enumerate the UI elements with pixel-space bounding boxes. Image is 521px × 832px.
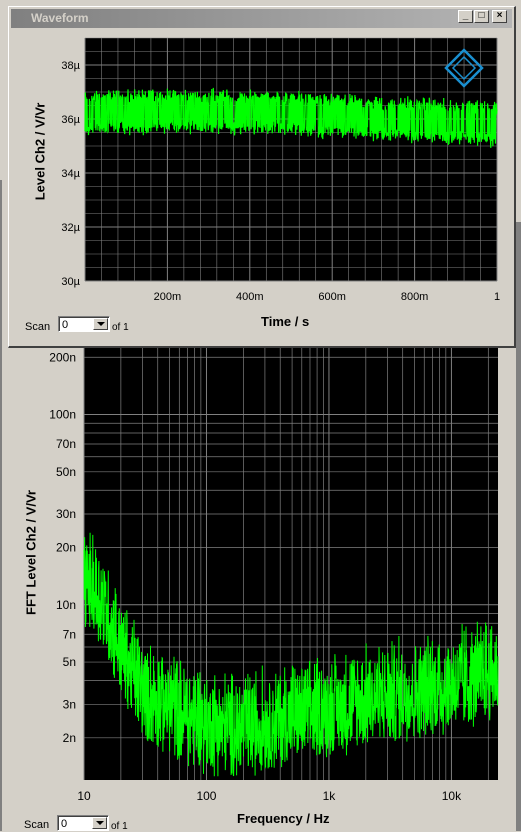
waveform-chart: 38µ 36µ 34µ 32µ 30µ 200m 400m 600m 800m 1 xyxy=(61,37,500,303)
waveform-x-tick-labels: 200m 400m 600m 800m 1 xyxy=(154,291,500,303)
x-tick-label: 200m xyxy=(154,291,182,303)
fft-y-tick-labels: 300n200n100n70n50n30n20n10n7n5n3n2n xyxy=(49,317,76,745)
scan-of-label: of 1 xyxy=(111,821,128,832)
fft-x-tick-labels: 10 100 1k 10k xyxy=(77,789,462,803)
waveform-y-tick-labels: 38µ 36µ 34µ 32µ 30µ xyxy=(61,60,80,288)
y-tick-label: 3n xyxy=(63,697,76,711)
scan-of-label: of 1 xyxy=(112,322,129,333)
y-tick-label: 30µ xyxy=(61,276,80,288)
x-tick-label: 1k xyxy=(323,789,337,803)
scan-select[interactable]: 0 xyxy=(58,316,110,332)
y-tick-label: 34µ xyxy=(61,168,80,180)
y-tick-label: 36µ xyxy=(61,114,80,126)
y-tick-label: 30n xyxy=(56,507,76,521)
x-tick-label: 600m xyxy=(318,291,346,303)
x-tick-label: 800m xyxy=(401,291,429,303)
y-tick-label: 100n xyxy=(49,408,76,422)
y-tick-label: 32µ xyxy=(61,222,80,234)
x-tick-label: 100 xyxy=(196,789,216,803)
fft-y-axis-label: FFT Level Ch2 / V/Vr xyxy=(23,490,39,615)
y-tick-label: 2n xyxy=(63,731,76,745)
x-tick-label: 400m xyxy=(236,291,264,303)
fft-x-axis-label: Frequency / Hz xyxy=(237,811,330,826)
scan-select[interactable]: 0 xyxy=(57,815,109,831)
waveform-x-axis-label: Time / s xyxy=(261,314,310,329)
scan-label: Scan xyxy=(25,321,51,333)
y-tick-label: 10n xyxy=(56,598,76,612)
waveform-y-axis-label: Level Ch2 / V/Vr xyxy=(32,102,48,201)
x-tick-label: 10k xyxy=(442,789,462,803)
chevron-down-icon[interactable] xyxy=(93,318,108,330)
y-tick-label: 38µ xyxy=(61,60,80,72)
y-tick-label: 50n xyxy=(56,465,76,479)
chevron-down-icon[interactable] xyxy=(92,817,107,829)
y-tick-label: 20n xyxy=(56,541,76,555)
x-tick-label: 10 xyxy=(77,789,91,803)
y-tick-label: 7n xyxy=(63,627,76,641)
scan-label: Scan xyxy=(24,819,50,831)
y-tick-label: 5n xyxy=(63,655,76,669)
x-tick-label: 1 xyxy=(494,291,500,303)
y-tick-label: 70n xyxy=(56,437,76,451)
